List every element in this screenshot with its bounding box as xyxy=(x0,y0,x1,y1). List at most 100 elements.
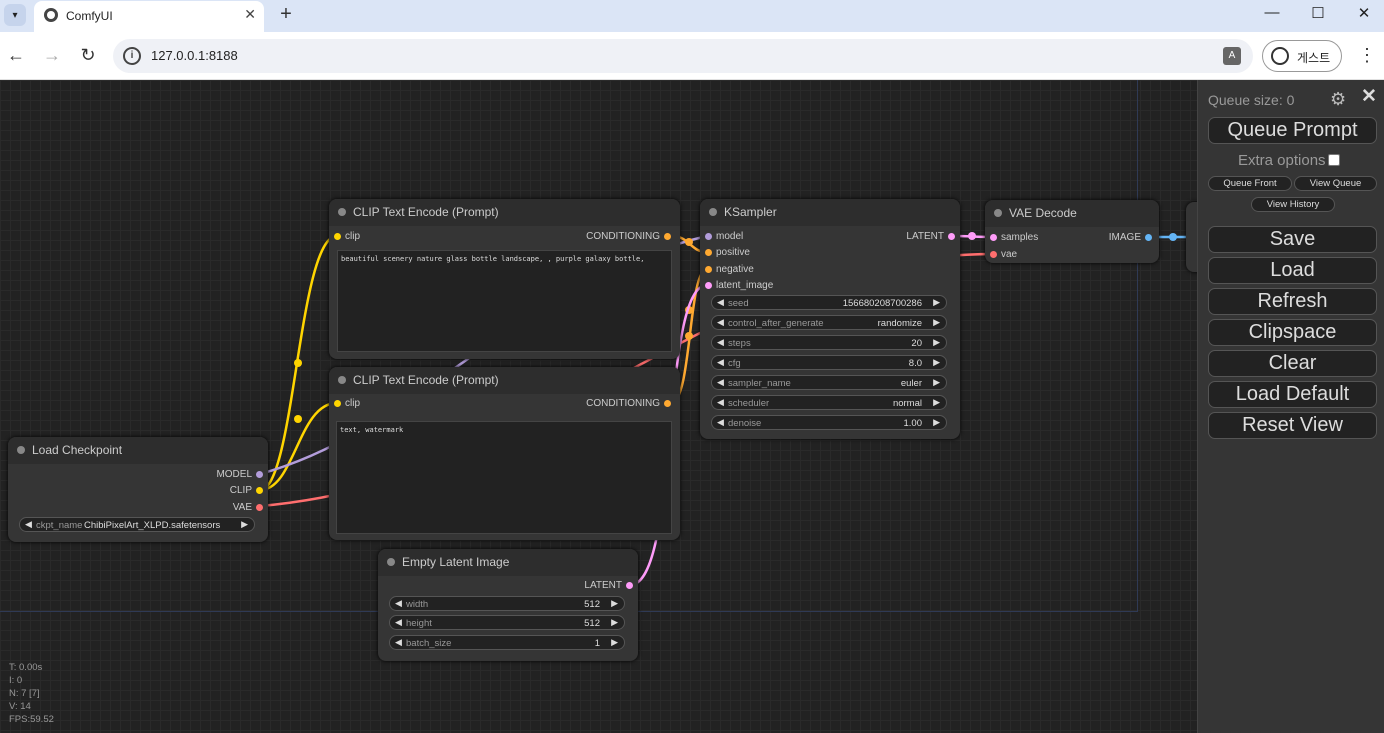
output-slot-image[interactable]: IMAGE xyxy=(1109,232,1152,243)
input-slot-vae[interactable]: vae xyxy=(990,249,1017,260)
widget-value[interactable]: 512 xyxy=(584,599,600,610)
node-vae-decode[interactable]: VAE Decode samples vae IMAGE xyxy=(985,200,1159,263)
output-slot-vae[interactable]: VAE xyxy=(233,502,263,513)
output-slot-latent[interactable]: LATENT xyxy=(584,580,633,591)
collapse-dot-icon[interactable] xyxy=(338,208,346,216)
widget-value[interactable]: 1.00 xyxy=(904,418,923,429)
prompt-textarea[interactable]: beautiful scenery nature glass bottle la… xyxy=(337,250,672,352)
widget-value[interactable]: normal xyxy=(893,398,922,409)
site-info-icon[interactable]: i xyxy=(123,47,141,65)
widget-ckpt-name[interactable]: ◀ ckpt_name ChibiPixelArt_XLPD.safetenso… xyxy=(19,517,255,532)
input-slot-clip[interactable]: clip xyxy=(334,398,360,409)
tab-search-icon[interactable]: ▾ xyxy=(4,4,26,26)
output-slot-model[interactable]: MODEL xyxy=(216,469,263,480)
url-text[interactable]: 127.0.0.1:8188 xyxy=(151,48,238,63)
increment-arrow-icon[interactable]: ▶ xyxy=(933,317,940,328)
collapse-dot-icon[interactable] xyxy=(994,209,1002,217)
widget-control-after-generate[interactable]: ◀ control_after_generate randomize ▶ xyxy=(711,315,947,330)
increment-arrow-icon[interactable]: ▶ xyxy=(611,598,618,609)
prompt-textarea[interactable]: text, watermark xyxy=(336,421,672,534)
clipspace-button[interactable]: Clipspace xyxy=(1208,319,1377,346)
new-tab-icon[interactable]: + xyxy=(276,3,296,26)
slot-dot-icon[interactable] xyxy=(705,249,712,256)
decrement-arrow-icon[interactable]: ◀ xyxy=(717,297,724,308)
slot-dot-icon[interactable] xyxy=(256,487,263,494)
increment-arrow-icon[interactable]: ▶ xyxy=(933,397,940,408)
widget-height[interactable]: ◀ height 512 ▶ xyxy=(389,615,625,630)
output-slot-conditioning[interactable]: CONDITIONING xyxy=(586,231,671,242)
decrement-arrow-icon[interactable]: ◀ xyxy=(717,397,724,408)
node-title-bar[interactable]: KSampler xyxy=(700,199,960,226)
extra-options-checkbox[interactable] xyxy=(1327,154,1340,166)
decrement-arrow-icon[interactable]: ◀ xyxy=(717,377,724,388)
slot-dot-icon[interactable] xyxy=(705,282,712,289)
widget-denoise[interactable]: ◀ denoise 1.00 ▶ xyxy=(711,415,947,430)
slot-dot-icon[interactable] xyxy=(705,233,712,240)
slot-dot-icon[interactable] xyxy=(948,233,955,240)
node-save-image-partial[interactable] xyxy=(1186,202,1197,272)
widget-value[interactable]: euler xyxy=(901,378,922,389)
widget-value[interactable]: 1 xyxy=(595,638,600,649)
node-ksampler[interactable]: KSampler model positive negative latent_… xyxy=(700,199,960,439)
decrement-arrow-icon[interactable]: ◀ xyxy=(395,637,402,648)
widget-value[interactable]: randomize xyxy=(878,318,922,329)
translate-icon[interactable]: A xyxy=(1223,47,1241,65)
increment-arrow-icon[interactable]: ▶ xyxy=(933,417,940,428)
widget-scheduler[interactable]: ◀ scheduler normal ▶ xyxy=(711,395,947,410)
slot-dot-icon[interactable] xyxy=(626,582,633,589)
output-slot-latent[interactable]: LATENT xyxy=(906,231,955,242)
save-button[interactable]: Save xyxy=(1208,226,1377,253)
maximize-icon[interactable]: ☐ xyxy=(1306,4,1330,22)
output-slot-clip[interactable]: CLIP xyxy=(230,485,263,496)
increment-arrow-icon[interactable]: ▶ xyxy=(241,519,248,530)
increment-arrow-icon[interactable]: ▶ xyxy=(933,377,940,388)
node-clip-text-encode-positive[interactable]: CLIP Text Encode (Prompt) clip CONDITION… xyxy=(329,199,680,359)
queue-prompt-button[interactable]: Queue Prompt xyxy=(1208,117,1377,144)
widget-value[interactable]: 8.0 xyxy=(909,358,922,369)
node-title-bar[interactable]: VAE Decode xyxy=(985,200,1159,227)
load-button[interactable]: Load xyxy=(1208,257,1377,284)
forward-icon[interactable]: → xyxy=(41,44,63,66)
slot-dot-icon[interactable] xyxy=(990,234,997,241)
decrement-arrow-icon[interactable]: ◀ xyxy=(25,519,32,530)
close-window-icon[interactable]: ✕ xyxy=(1352,4,1376,22)
input-slot-positive[interactable]: positive xyxy=(705,247,750,258)
node-title-bar[interactable]: CLIP Text Encode (Prompt) xyxy=(329,367,680,394)
queue-front-button[interactable]: Queue Front xyxy=(1208,176,1292,191)
node-load-checkpoint[interactable]: Load Checkpoint MODEL CLIP VAE ◀ ckpt_na… xyxy=(8,437,268,542)
close-icon[interactable]: ✕ xyxy=(244,6,256,23)
input-slot-model[interactable]: model xyxy=(705,231,743,242)
clear-button[interactable]: Clear xyxy=(1208,350,1377,377)
close-icon[interactable]: ✕ xyxy=(1361,85,1377,108)
node-title-bar[interactable]: Load Checkpoint xyxy=(8,437,268,464)
view-history-button[interactable]: View History xyxy=(1251,197,1335,212)
widget-cfg[interactable]: ◀ cfg 8.0 ▶ xyxy=(711,355,947,370)
widget-steps[interactable]: ◀ steps 20 ▶ xyxy=(711,335,947,350)
address-bar[interactable]: i 127.0.0.1:8188 A xyxy=(113,39,1253,73)
slot-dot-icon[interactable] xyxy=(1145,234,1152,241)
node-clip-text-encode-negative[interactable]: CLIP Text Encode (Prompt) clip CONDITION… xyxy=(329,367,680,540)
input-slot-clip[interactable]: clip xyxy=(334,231,360,242)
minimize-icon[interactable]: — xyxy=(1260,4,1284,21)
decrement-arrow-icon[interactable]: ◀ xyxy=(717,357,724,368)
node-empty-latent-image[interactable]: Empty Latent Image LATENT ◀ width 512 ▶ … xyxy=(378,549,638,661)
slot-dot-icon[interactable] xyxy=(256,504,263,511)
back-icon[interactable]: ← xyxy=(5,44,27,66)
slot-dot-icon[interactable] xyxy=(664,400,671,407)
decrement-arrow-icon[interactable]: ◀ xyxy=(717,417,724,428)
browser-tab[interactable]: ComfyUI ✕ xyxy=(34,1,264,32)
collapse-dot-icon[interactable] xyxy=(709,208,717,216)
widget-value[interactable]: 512 xyxy=(584,618,600,629)
decrement-arrow-icon[interactable]: ◀ xyxy=(395,617,402,628)
decrement-arrow-icon[interactable]: ◀ xyxy=(717,337,724,348)
increment-arrow-icon[interactable]: ▶ xyxy=(933,337,940,348)
widget-sampler-name[interactable]: ◀ sampler_name euler ▶ xyxy=(711,375,947,390)
input-slot-samples[interactable]: samples xyxy=(990,232,1038,243)
increment-arrow-icon[interactable]: ▶ xyxy=(933,297,940,308)
slot-dot-icon[interactable] xyxy=(334,400,341,407)
node-title-bar[interactable]: Empty Latent Image xyxy=(378,549,638,576)
node-title-bar[interactable]: CLIP Text Encode (Prompt) xyxy=(329,199,680,226)
slot-dot-icon[interactable] xyxy=(664,233,671,240)
widget-value[interactable]: ChibiPixelArt_XLPD.safetensors xyxy=(84,520,220,531)
menu-icon[interactable]: ⋮ xyxy=(1358,44,1376,66)
